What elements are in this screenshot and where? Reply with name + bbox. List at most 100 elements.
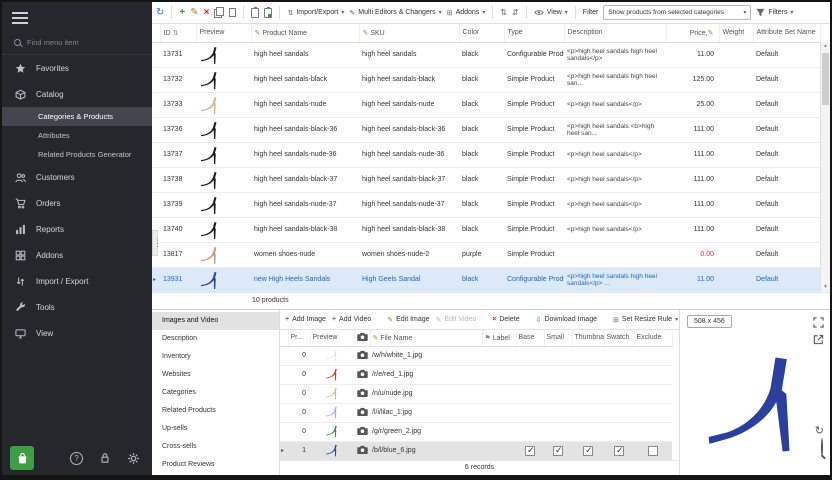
sidebar-item-reports[interactable]: Reports bbox=[2, 216, 152, 242]
tab-websites[interactable]: Websites bbox=[152, 366, 279, 384]
set-resize-rule-button[interactable]: ⊞Set Resize Rule▾ bbox=[613, 316, 678, 324]
addons-menu[interactable]: ⊞ Addons ▾ bbox=[447, 9, 486, 17]
lock-icon[interactable] bbox=[99, 452, 111, 464]
cell-exclude[interactable] bbox=[634, 422, 672, 441]
swatch-checkbox[interactable] bbox=[614, 446, 624, 456]
clipboard-paste-icon[interactable] bbox=[264, 8, 272, 18]
product-row[interactable]: 13737 high heel sandals-nude-36 high hee… bbox=[152, 142, 820, 167]
column-header-exclude[interactable]: Exclude bbox=[634, 330, 672, 346]
sort-ascending-icon[interactable]: ⇅ bbox=[500, 8, 507, 18]
document-icon[interactable] bbox=[229, 8, 236, 17]
sidebar-item-addons[interactable]: Addons bbox=[2, 242, 152, 268]
edit-image-button[interactable]: ✎Edit Image bbox=[387, 316, 429, 324]
tab-description[interactable]: Description bbox=[152, 330, 279, 348]
store-button[interactable] bbox=[10, 446, 34, 470]
filters-menu[interactable]: Filters ▾ bbox=[756, 8, 793, 17]
add-image-button[interactable]: +Add Image bbox=[285, 316, 326, 323]
product-row[interactable]: 13733 high heel sandals-nude high heel s… bbox=[152, 92, 820, 117]
column-header-label[interactable]: ⚑ Label bbox=[482, 330, 516, 346]
cell-small[interactable] bbox=[544, 403, 572, 422]
sidebar-item-attributes[interactable]: Attributes bbox=[2, 126, 152, 145]
scroll-down-icon[interactable]: ▼ bbox=[821, 283, 830, 292]
sidebar-item-view[interactable]: View bbox=[2, 320, 152, 346]
sidebar-splitter-handle[interactable]: ⋮ bbox=[152, 230, 158, 256]
column-header-media-type[interactable] bbox=[354, 330, 370, 346]
scroll-up-icon[interactable]: ▲ bbox=[821, 42, 830, 51]
column-header-product-name[interactable]: ✎ Product Name bbox=[251, 24, 359, 42]
cell-small[interactable] bbox=[544, 346, 572, 365]
gear-icon[interactable] bbox=[127, 452, 140, 465]
tab-categories[interactable]: Categories bbox=[152, 384, 279, 402]
column-header-image-preview[interactable]: Preview bbox=[310, 330, 354, 346]
column-header-color[interactable]: Color bbox=[459, 24, 504, 42]
product-row[interactable]: 13731 high heel sandals high heel sandal… bbox=[152, 42, 820, 67]
search-input[interactable] bbox=[27, 38, 127, 47]
product-row[interactable]: 13738 high heel sandals-black-37 high he… bbox=[152, 167, 820, 192]
edit-product-button[interactable]: ✎ bbox=[190, 8, 198, 18]
rotate-icon[interactable]: ↻ bbox=[815, 424, 824, 437]
cell-exclude[interactable] bbox=[634, 365, 672, 384]
cell-base[interactable] bbox=[516, 365, 544, 384]
cell-small[interactable] bbox=[544, 422, 572, 441]
cell-thumbnail[interactable] bbox=[572, 384, 604, 403]
product-row[interactable]: 13740 high heel sandals-black-38 high he… bbox=[152, 217, 820, 242]
add-product-button[interactable]: + bbox=[179, 8, 185, 18]
tab-up-sells[interactable]: Up-sells bbox=[152, 420, 279, 438]
column-header-id[interactable]: ID ⇅ bbox=[160, 24, 196, 42]
view-menu[interactable]: View ▾ bbox=[534, 9, 568, 16]
product-row[interactable]: 13732 high heel sandals-black high heel … bbox=[152, 67, 820, 92]
fullscreen-icon[interactable] bbox=[813, 315, 824, 333]
clipboard-icon[interactable] bbox=[251, 8, 259, 18]
product-row-selected[interactable]: ▸ 13931 new High Heels Sandals High Geel… bbox=[152, 267, 820, 292]
image-row[interactable]: 0 /n/u/nude.jpg bbox=[280, 384, 672, 403]
product-row[interactable]: 13736 high heel sandals-black-36 high he… bbox=[152, 117, 820, 142]
sort-descending-icon[interactable]: ⇵ bbox=[512, 8, 519, 18]
product-row[interactable]: 13817 women shoes-nude women shoes-nude-… bbox=[152, 242, 820, 267]
sidebar-item-orders[interactable]: Orders bbox=[2, 190, 152, 216]
cell-base[interactable] bbox=[516, 346, 544, 365]
sidebar-item-favorites[interactable]: Favorites bbox=[2, 55, 152, 81]
cell-base[interactable] bbox=[516, 422, 544, 441]
product-row[interactable]: 13739 high heel sandals-nude-37 high hee… bbox=[152, 192, 820, 217]
category-filter-select[interactable]: Show products from selected categories ▾ bbox=[603, 5, 751, 20]
cell-thumbnail[interactable] bbox=[572, 346, 604, 365]
column-header-thumbnail[interactable]: Thumbna bbox=[572, 330, 604, 346]
help-button[interactable]: ? bbox=[70, 452, 83, 465]
zoom-icon[interactable] bbox=[821, 439, 823, 457]
add-video-button[interactable]: +Add Video bbox=[332, 316, 371, 323]
cell-exclude[interactable] bbox=[634, 403, 672, 422]
cell-swatch[interactable] bbox=[604, 365, 634, 384]
cell-swatch[interactable] bbox=[604, 384, 634, 403]
cell-swatch[interactable] bbox=[604, 422, 634, 441]
download-image-button[interactable]: ⇩Download Image bbox=[536, 316, 597, 324]
column-header-file-name[interactable]: ✎ File Name bbox=[370, 330, 482, 346]
hamburger-menu-icon[interactable] bbox=[2, 2, 152, 34]
column-header-attribute-set[interactable]: Attribute Set Name bbox=[753, 24, 820, 42]
image-row[interactable]: 0 /r/e/red_1.jpg bbox=[280, 365, 672, 384]
refresh-button[interactable]: ↻ bbox=[156, 8, 164, 18]
delete-product-button[interactable]: × bbox=[204, 8, 210, 18]
sidebar-item-catalog[interactable]: Catalog bbox=[2, 81, 152, 107]
tab-inventory[interactable]: Inventory bbox=[152, 348, 279, 366]
cell-base[interactable] bbox=[516, 384, 544, 403]
cell-swatch[interactable] bbox=[604, 346, 634, 365]
scrollbar-thumb[interactable] bbox=[822, 53, 829, 105]
base-checkbox[interactable] bbox=[525, 446, 535, 456]
column-header-price[interactable]: Price,✎ bbox=[666, 24, 719, 42]
cell-thumbnail[interactable] bbox=[572, 365, 604, 384]
multi-editors-menu[interactable]: ✎ Multi Editors & Changers ▾ bbox=[349, 9, 441, 17]
cell-exclude[interactable] bbox=[634, 384, 672, 403]
tab-product-reviews[interactable]: Product Reviews bbox=[152, 456, 279, 474]
tab-related-products[interactable]: Related Products bbox=[152, 402, 279, 420]
sidebar-item-customers[interactable]: Customers bbox=[2, 164, 152, 190]
sidebar-item-import-export[interactable]: Import / Export bbox=[2, 268, 152, 294]
column-header-weight[interactable]: Weight bbox=[719, 24, 753, 42]
sidebar-item-related-products-generator[interactable]: Related Products Generator bbox=[2, 145, 152, 164]
sidebar-item-categories-products[interactable]: Categories & Products bbox=[2, 107, 152, 126]
column-header-priority[interactable]: Pr... bbox=[288, 330, 310, 346]
cell-swatch[interactable] bbox=[604, 403, 634, 422]
cell-thumbnail[interactable] bbox=[572, 403, 604, 422]
open-external-icon[interactable] bbox=[813, 332, 824, 350]
small-checkbox[interactable] bbox=[553, 446, 563, 456]
image-row-selected[interactable]: ▸ 1 /b/l/blue_6.jpg bbox=[280, 441, 672, 460]
